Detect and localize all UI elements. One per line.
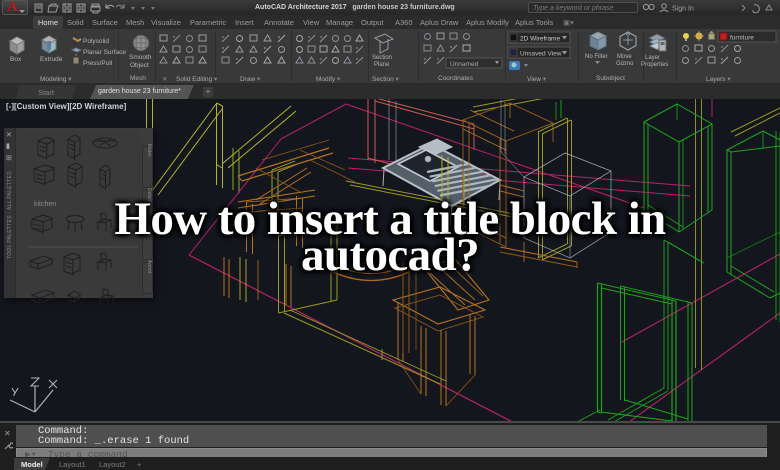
svg-text:Properties: Properties [641, 62, 668, 68]
svg-text:Planar Surface: Planar Surface [83, 49, 126, 56]
svg-text:Section: Section [372, 55, 392, 61]
svg-text:furniture: furniture [730, 35, 754, 42]
svg-text:Object: Object [130, 62, 149, 69]
svg-text:Plane: Plane [374, 62, 390, 68]
svg-text:Sign In: Sign In [672, 6, 694, 13]
svg-text:Unnamed: Unnamed [450, 61, 479, 68]
svg-text:Unsaved View: Unsaved View [520, 51, 562, 58]
svg-text:No Filter: No Filter [585, 54, 608, 60]
svg-text:Press/Pull: Press/Pull [83, 60, 113, 67]
svg-text:Move: Move [617, 54, 632, 60]
svg-text:2D Wireframe: 2D Wireframe [520, 36, 560, 43]
svg-text:Polysolid: Polysolid [83, 38, 109, 45]
svg-text:Box: Box [10, 56, 22, 63]
svg-text:Smooth: Smooth [129, 54, 152, 61]
svg-text:Gizmo: Gizmo [616, 61, 634, 67]
svg-text:Extrude: Extrude [40, 56, 63, 63]
svg-text:Layer: Layer [645, 55, 660, 61]
